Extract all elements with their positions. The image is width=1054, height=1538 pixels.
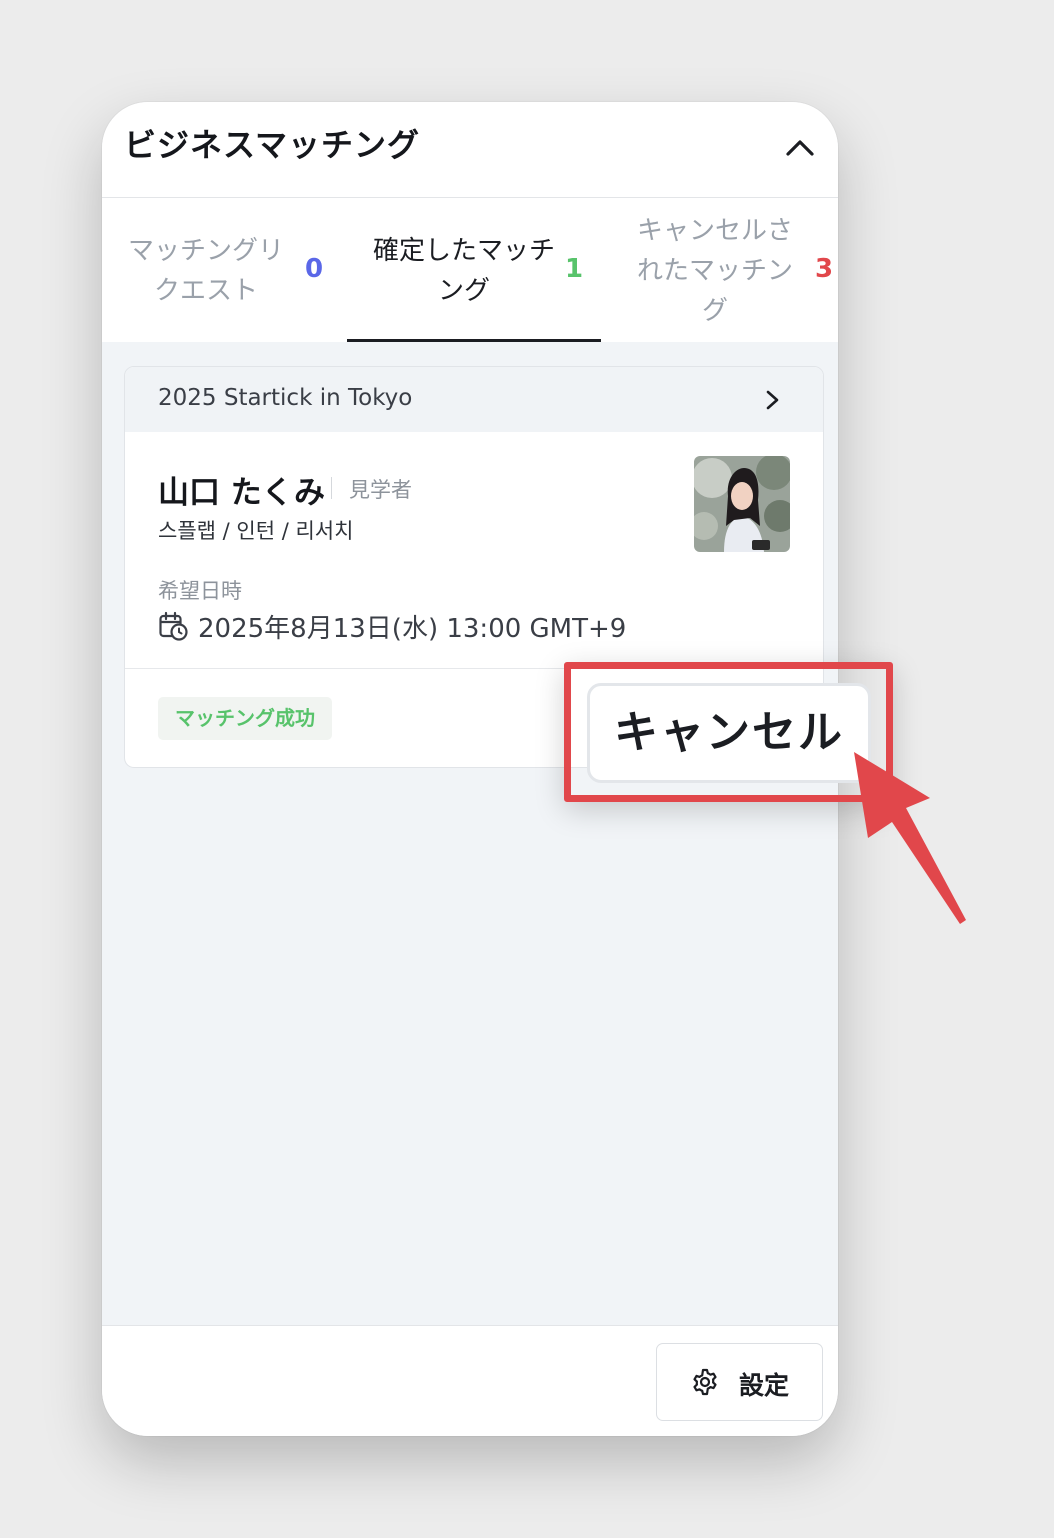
collapse-button[interactable] xyxy=(782,130,818,166)
person-tags: 스플랩 / 인턴 / 리서치 xyxy=(158,519,354,543)
tab-matching-requests[interactable]: マッチングリ クエスト 0 xyxy=(102,198,347,342)
tab-label: マッチングリ クエスト xyxy=(127,236,284,306)
active-tab-indicator xyxy=(347,339,601,342)
cancel-button-label: キャンセル xyxy=(614,707,844,758)
panel-header: ビジネスマッチング xyxy=(102,102,838,198)
date-value: 2025年8月13日(水) 13:00 GMT+9 xyxy=(198,614,627,644)
tab-count: 3 xyxy=(815,254,834,284)
avatar-photo xyxy=(694,456,790,552)
tab-label: 確定したマッチ ング xyxy=(372,236,555,306)
gear-icon xyxy=(693,1368,717,1396)
chevron-right-icon xyxy=(766,390,779,410)
panel-footer: 設定 xyxy=(102,1325,838,1436)
tab-count: 0 xyxy=(305,254,324,284)
pointer-arrow-icon xyxy=(854,752,966,924)
event-link[interactable]: 2025 Startick in Tokyo xyxy=(125,367,823,432)
event-name: 2025 Startick in Tokyo xyxy=(158,385,413,411)
avatar[interactable] xyxy=(694,456,790,552)
panel-title: ビジネスマッチング xyxy=(124,126,421,164)
name-divider xyxy=(331,477,332,499)
chevron-up-icon xyxy=(786,140,814,156)
tab-count: 1 xyxy=(565,254,584,284)
tab-bar: マッチングリ クエスト 0 確定したマッチ ング 1 キャンセルさ れたマッチン… xyxy=(102,198,838,342)
cancel-button[interactable]: キャンセル xyxy=(587,683,871,783)
tab-confirmed-matchings[interactable]: 確定したマッチ ング 1 xyxy=(347,198,601,342)
calendar-clock-icon xyxy=(159,611,188,641)
person-role: 見学者 xyxy=(349,478,412,502)
date-label: 希望日時 xyxy=(158,579,242,603)
settings-button[interactable]: 設定 xyxy=(656,1343,823,1421)
settings-label: 設定 xyxy=(739,1371,790,1400)
person-name: 山口 たくみ xyxy=(158,475,326,511)
tab-cancelled-matchings[interactable]: キャンセルさ れたマッチン グ 3 xyxy=(601,198,838,342)
tab-label: キャンセルさ れたマッチン グ xyxy=(636,216,793,326)
status-badge: マッチング成功 xyxy=(158,697,332,740)
